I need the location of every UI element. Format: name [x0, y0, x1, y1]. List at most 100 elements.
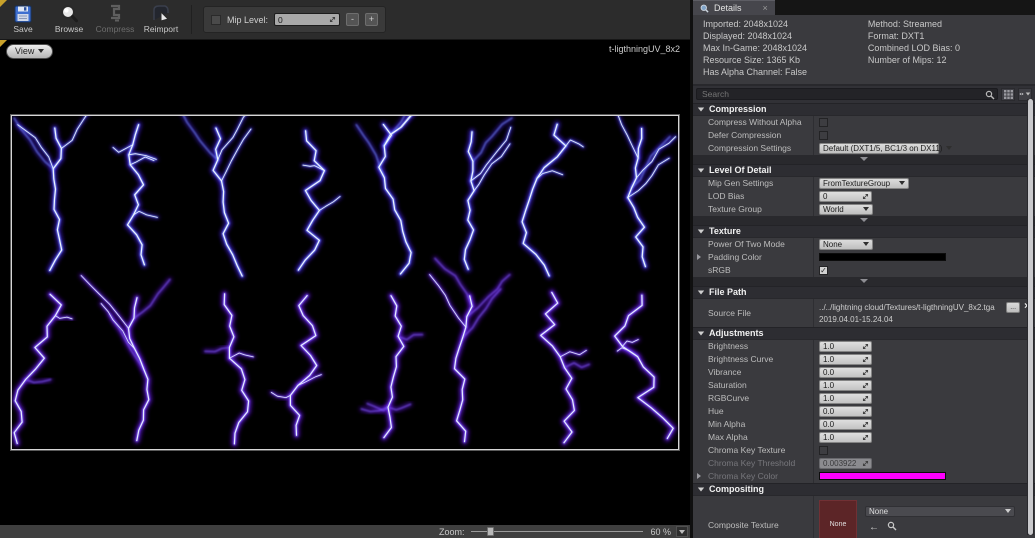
property-row-composite-texture: Composite Texture None None ←	[693, 495, 1035, 538]
mip-level-checkbox[interactable]	[211, 14, 221, 25]
srgb-checkbox[interactable]: ✓	[819, 265, 828, 275]
mip-gen-settings-dropdown[interactable]: FromTextureGroup	[819, 177, 909, 189]
expand-arrow-icon[interactable]	[697, 473, 701, 479]
property-sections: Compression Compress Without Alpha Defer C…	[693, 102, 1035, 538]
compress-button-label: Compress	[95, 24, 135, 34]
view-menu-button[interactable]: View	[6, 44, 54, 59]
section-collapse-icon	[697, 168, 705, 172]
property-label: Source File	[708, 307, 751, 318]
chevron-down-icon	[863, 207, 869, 211]
details-panel: Details × Imported: 2048x1024 Displayed: …	[693, 0, 1035, 538]
spin-value: 1.0	[823, 341, 835, 351]
reimport-button[interactable]: Reimport	[138, 0, 184, 39]
property-value-cell	[813, 115, 1035, 129]
property-row-lod-bias: LOD Bias 0	[693, 189, 1035, 203]
property-label: Max Alpha	[708, 432, 748, 442]
info-column-right: Method: Streamed Format: DXT1 Combined LOD…	[868, 19, 1025, 78]
chroma-key-color-color-swatch[interactable]	[819, 472, 946, 480]
section-header-compositing[interactable]: Compositing	[693, 482, 1035, 496]
property-row-padding-color: Padding Color	[693, 250, 1035, 264]
compress-icon	[106, 4, 124, 23]
close-icon[interactable]: ×	[763, 3, 768, 13]
mip-minus-button[interactable]: -	[346, 13, 360, 26]
property-label: Padding Color	[708, 252, 762, 262]
property-value-cell: 0.003922	[813, 456, 1035, 470]
section-collapse-icon	[697, 107, 705, 111]
brightness-spinbox[interactable]: 1.0	[819, 340, 872, 352]
expand-arrow-icon[interactable]	[697, 254, 701, 260]
mip-level-spinbox[interactable]: 0	[274, 13, 341, 26]
section-header-file-path[interactable]: File Path	[693, 285, 1035, 299]
property-value-cell: 1.0	[813, 391, 1035, 405]
reimport-button-label: Reimport	[143, 24, 179, 34]
compress-button[interactable]: Compress	[92, 0, 138, 39]
lightning-bolt-2	[111, 121, 160, 268]
compression-settings-dropdown[interactable]: Default (DXT1/5, BC1/3 on DX11)	[819, 142, 953, 154]
property-label: Mip Gen Settings	[708, 178, 774, 188]
section-collapse-icon	[697, 331, 705, 335]
lightning-texture-image	[12, 116, 678, 447]
texture-canvas[interactable]	[11, 115, 679, 450]
zoom-value: 60 %	[650, 526, 671, 537]
asset-thumbnail[interactable]: None	[819, 499, 857, 538]
lightning-bolt-13	[359, 292, 425, 441]
lightning-bolt-16	[611, 292, 677, 442]
property-label: RGBCurve	[708, 393, 750, 403]
section-header-adjustments[interactable]: Adjustments	[693, 326, 1035, 340]
browse-button-label: Browse	[54, 24, 84, 34]
zoom-slider-thumb[interactable]	[487, 527, 495, 536]
rgbcurve-spinbox[interactable]: 1.0	[819, 392, 872, 404]
zoom-bar: Zoom: 60 %	[0, 525, 690, 538]
min-alpha-spinbox[interactable]: 0.0	[819, 418, 872, 430]
composite-texture-dropdown[interactable]: None	[865, 505, 1015, 517]
spin-value: 0.0	[823, 367, 835, 377]
lod-bias-spinbox[interactable]: 0	[819, 190, 872, 202]
spinner-icon	[329, 16, 336, 23]
defer-compression-checkbox[interactable]	[819, 130, 828, 140]
source-file-path: ../../lightning cloud/Textures/t-ligthni…	[819, 302, 995, 312]
tab-details-label: Details	[714, 3, 742, 13]
chroma-key-threshold-spinbox[interactable]: 0.003922	[819, 457, 872, 469]
compress-without-alpha-checkbox[interactable]	[819, 117, 828, 127]
use-selected-icon[interactable]: ←	[869, 522, 879, 533]
column-view-button[interactable]	[1001, 87, 1015, 101]
section-header-compression[interactable]: Compression	[693, 102, 1035, 116]
section-header-level-of-detail[interactable]: Level Of Detail	[693, 163, 1035, 177]
scrollbar-thumb[interactable]	[1028, 99, 1033, 535]
property-label: Saturation	[708, 380, 747, 390]
tab-details[interactable]: Details ×	[693, 0, 775, 15]
texture-editor-window: Save Browse Compress Reimport Mip Level:…	[0, 0, 1035, 538]
browse-file-button[interactable]: ...	[1006, 301, 1021, 313]
zoom-slider[interactable]	[471, 527, 644, 536]
saturation-spinbox[interactable]: 1.0	[819, 379, 872, 391]
texture-viewport[interactable]: View t-ligthningUV_8x2	[0, 40, 690, 525]
property-row-saturation: Saturation 1.0	[693, 378, 1035, 392]
browse-button[interactable]: Browse	[46, 0, 92, 39]
property-value-cell: 0.0	[813, 417, 1035, 431]
chroma-key-texture-checkbox[interactable]	[819, 445, 828, 455]
chevron-down-icon	[38, 49, 45, 53]
property-row-mip-gen-settings: Mip Gen Settings FromTextureGroup	[693, 176, 1035, 190]
mip-plus-button[interactable]: +	[365, 13, 379, 26]
lightning-bolt-10	[79, 273, 172, 444]
spinner-icon	[862, 193, 869, 199]
vibrance-spinbox[interactable]: 0.0	[819, 366, 872, 378]
dropdown-value: Default (DXT1/5, BC1/3 on DX11)	[823, 143, 943, 153]
texture-group-dropdown[interactable]: World	[819, 203, 873, 215]
section-collapse-icon	[697, 290, 705, 294]
section-header-texture[interactable]: Texture	[693, 224, 1035, 238]
zoom-preset-dropdown[interactable]	[676, 526, 688, 537]
max-alpha-spinbox[interactable]: 1.0	[819, 431, 872, 443]
find-in-browser-icon[interactable]	[887, 521, 897, 534]
advanced-expander-texture[interactable]	[693, 276, 1035, 286]
search-input[interactable]	[697, 89, 997, 99]
brightness-curve-spinbox[interactable]: 1.0	[819, 353, 872, 365]
padding-color-color-swatch[interactable]	[819, 253, 946, 261]
hue-spinbox[interactable]: 0.0	[819, 405, 872, 417]
advanced-expander-level-of-detail[interactable]	[693, 215, 1035, 225]
advanced-expander-compression[interactable]	[693, 154, 1035, 164]
spin-value: 1.0	[823, 393, 835, 403]
power-of-two-mode-dropdown[interactable]: None	[819, 238, 873, 250]
info-line: Number of Mips: 12	[867, 55, 947, 65]
lightning-bolt-8	[616, 116, 678, 270]
